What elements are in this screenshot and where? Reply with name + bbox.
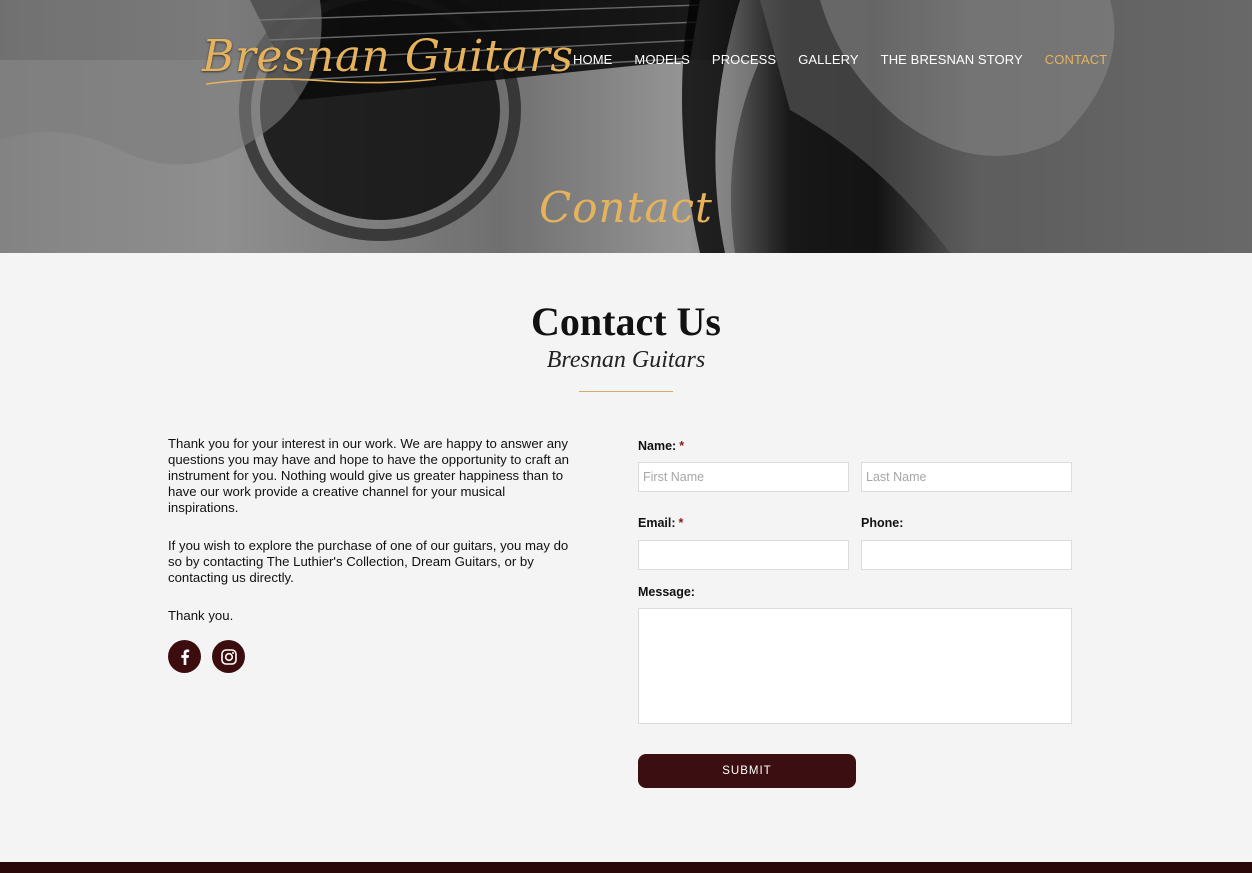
nav-gallery[interactable]: GALLERY [787, 50, 869, 70]
intro-paragraph: Thank you. [168, 608, 234, 623]
nav-models[interactable]: MODELS [623, 50, 701, 70]
phone-field[interactable] [861, 540, 1072, 570]
intro-paragraph: Thank you for your interest in our work.… [168, 436, 570, 515]
facebook-icon [180, 648, 189, 665]
instagram-link[interactable] [212, 640, 245, 673]
facebook-link[interactable] [168, 640, 201, 673]
page-subtitle: Bresnan Guitars [546, 347, 706, 373]
intro-paragraph: If you wish to explore the purchase of o… [168, 538, 569, 585]
message-textarea[interactable] [638, 608, 1072, 724]
social-links [168, 640, 245, 673]
phone-label: Phone: [861, 516, 904, 530]
name-label-text: Name: [638, 439, 677, 453]
nav-process[interactable]: PROCESS [701, 50, 787, 70]
main-nav: HOME MODELS PROCESS GALLERY THE BRESNAN … [562, 50, 1118, 70]
last-name-input[interactable] [861, 462, 1072, 492]
intro-text: Thank you for your interest in our work.… [168, 436, 578, 646]
instagram-icon [220, 648, 237, 665]
hero-title: Contact [539, 183, 713, 232]
message-label: Message: [638, 585, 695, 599]
footer-bar [0, 862, 1252, 873]
nav-home[interactable]: HOME [562, 50, 623, 70]
heading-divider [579, 391, 673, 392]
nav-contact[interactable]: CONTACT [1034, 50, 1119, 70]
hero-banner: Bresnan Guitars HOME MODELS PROCESS GALL… [0, 0, 1252, 253]
first-name-input[interactable] [638, 462, 849, 492]
email-field[interactable] [638, 540, 849, 570]
email-label-text: Email: [638, 516, 676, 530]
nav-the-bresnan-story[interactable]: THE BRESNAN STORY [870, 50, 1034, 70]
submit-button[interactable]: SUBMIT [638, 754, 856, 788]
logo-swash [206, 78, 436, 85]
name-label: Name: * [638, 438, 684, 454]
email-label: Email: * [638, 515, 683, 531]
page-title: Contact Us [531, 299, 721, 344]
required-marker: * [678, 516, 684, 530]
required-marker: * [679, 439, 685, 453]
